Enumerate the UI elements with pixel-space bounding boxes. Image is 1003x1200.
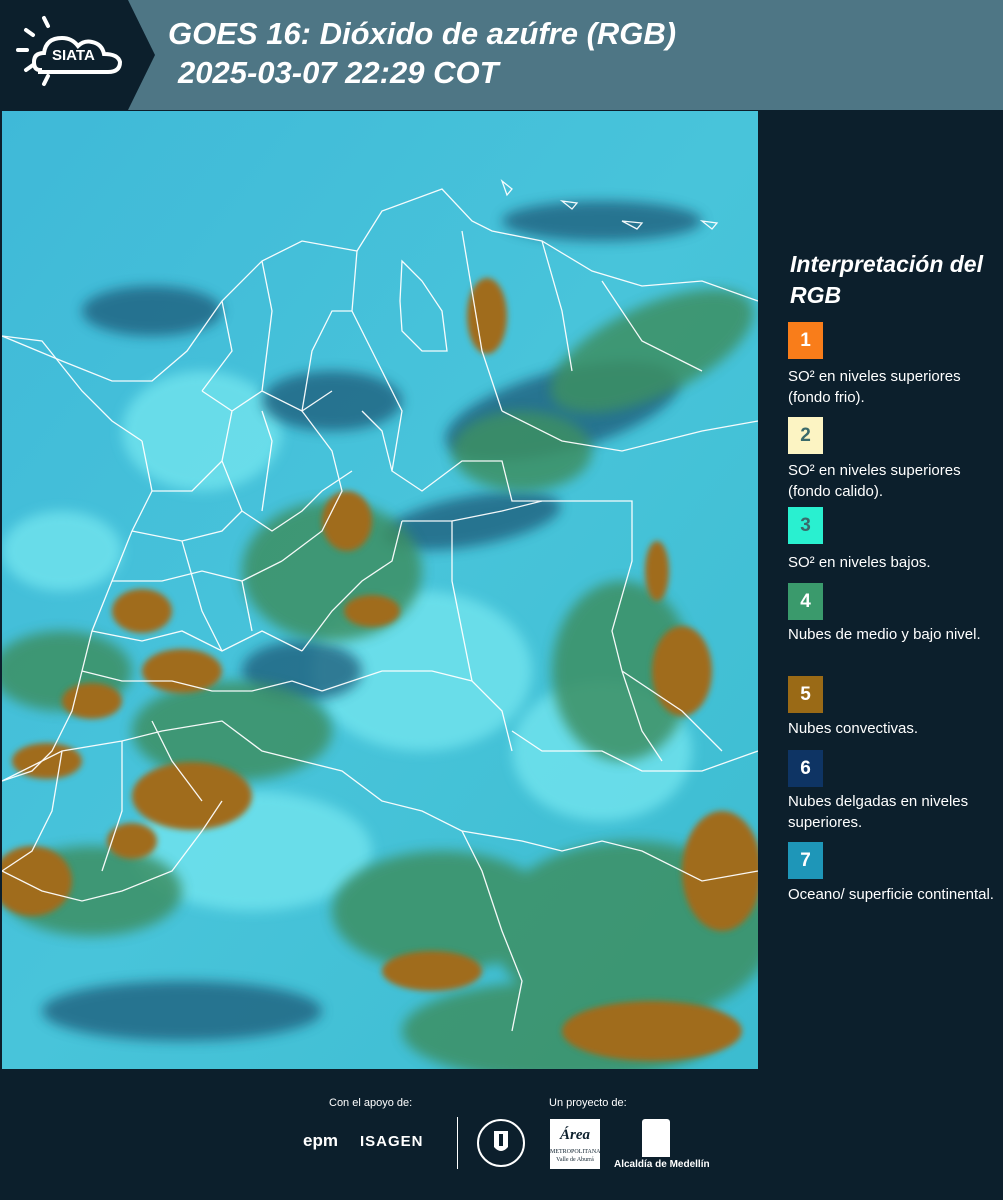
logo-text: SIATA [52,47,95,64]
medellin-seal-icon [477,1119,525,1167]
legend-swatch-7: 7 [788,842,823,879]
epm-logo: epm [303,1131,338,1150]
project-label: Un proyecto de: [549,1097,627,1109]
page-title: GOES 16: Dióxido de azúfre (RGB) [168,16,677,51]
support-label: Con el apoyo de: [329,1097,413,1109]
page: SIATA GOES 16: Dióxido de azúfre (RGB) 2… [0,0,1003,1200]
alcaldia-logo-text: Alcaldía de Medellín [614,1159,710,1170]
legend-text-4: Nubes de medio y bajo nivel. [788,626,981,643]
area-logo-subtext-2: Valle de Aburrá [556,1157,594,1163]
legend-swatch-1: 1 [788,322,823,359]
legend-swatch-6: 6 [788,750,823,787]
footer: Con el apoyo de: Un proyecto de: epm ISA… [0,1069,1003,1200]
legend-text-2: SO² en niveles superiores (fondo calido)… [788,462,961,500]
legend-swatch-5: 5 [788,676,823,713]
footer-divider [457,1117,458,1169]
legend-title: Interpretación del RGB [790,251,983,308]
area-logo-subtext: METROPOLITANA [550,1149,601,1155]
legend-text-6: Nubes delgadas en niveles superiores. [788,793,969,831]
isagen-logo: ISAGEN [360,1133,424,1150]
page-subtitle-datetime: 2025-03-07 22:29 COT [178,55,499,90]
siata-logo: SIATA [0,0,155,110]
legend-swatch-3: 3 [788,507,823,544]
header-bar: SIATA GOES 16: Dióxido de azúfre (RGB) 2… [0,0,1003,110]
satellite-map[interactable] [2,111,758,1069]
legend-swatch-2: 2 [788,417,823,454]
legend-text-3: SO² en niveles bajos. [788,554,931,571]
area-logo-text: Área [560,1127,590,1143]
legend-swatch-4: 4 [788,583,823,620]
legend-text-5: Nubes convectivas. [788,720,919,737]
rgb-legend: Interpretación del RGB 1 SO² en niveles s… [770,111,1003,1069]
alcaldia-building-icon [642,1119,670,1157]
legend-text-7: Oceano/ superficie continental. [788,886,994,903]
legend-text-1: SO² en niveles superiores (fondo frio). [788,368,961,406]
area-metropolitana-logo: Área METROPOLITANA Valle de Aburrá [550,1119,601,1169]
